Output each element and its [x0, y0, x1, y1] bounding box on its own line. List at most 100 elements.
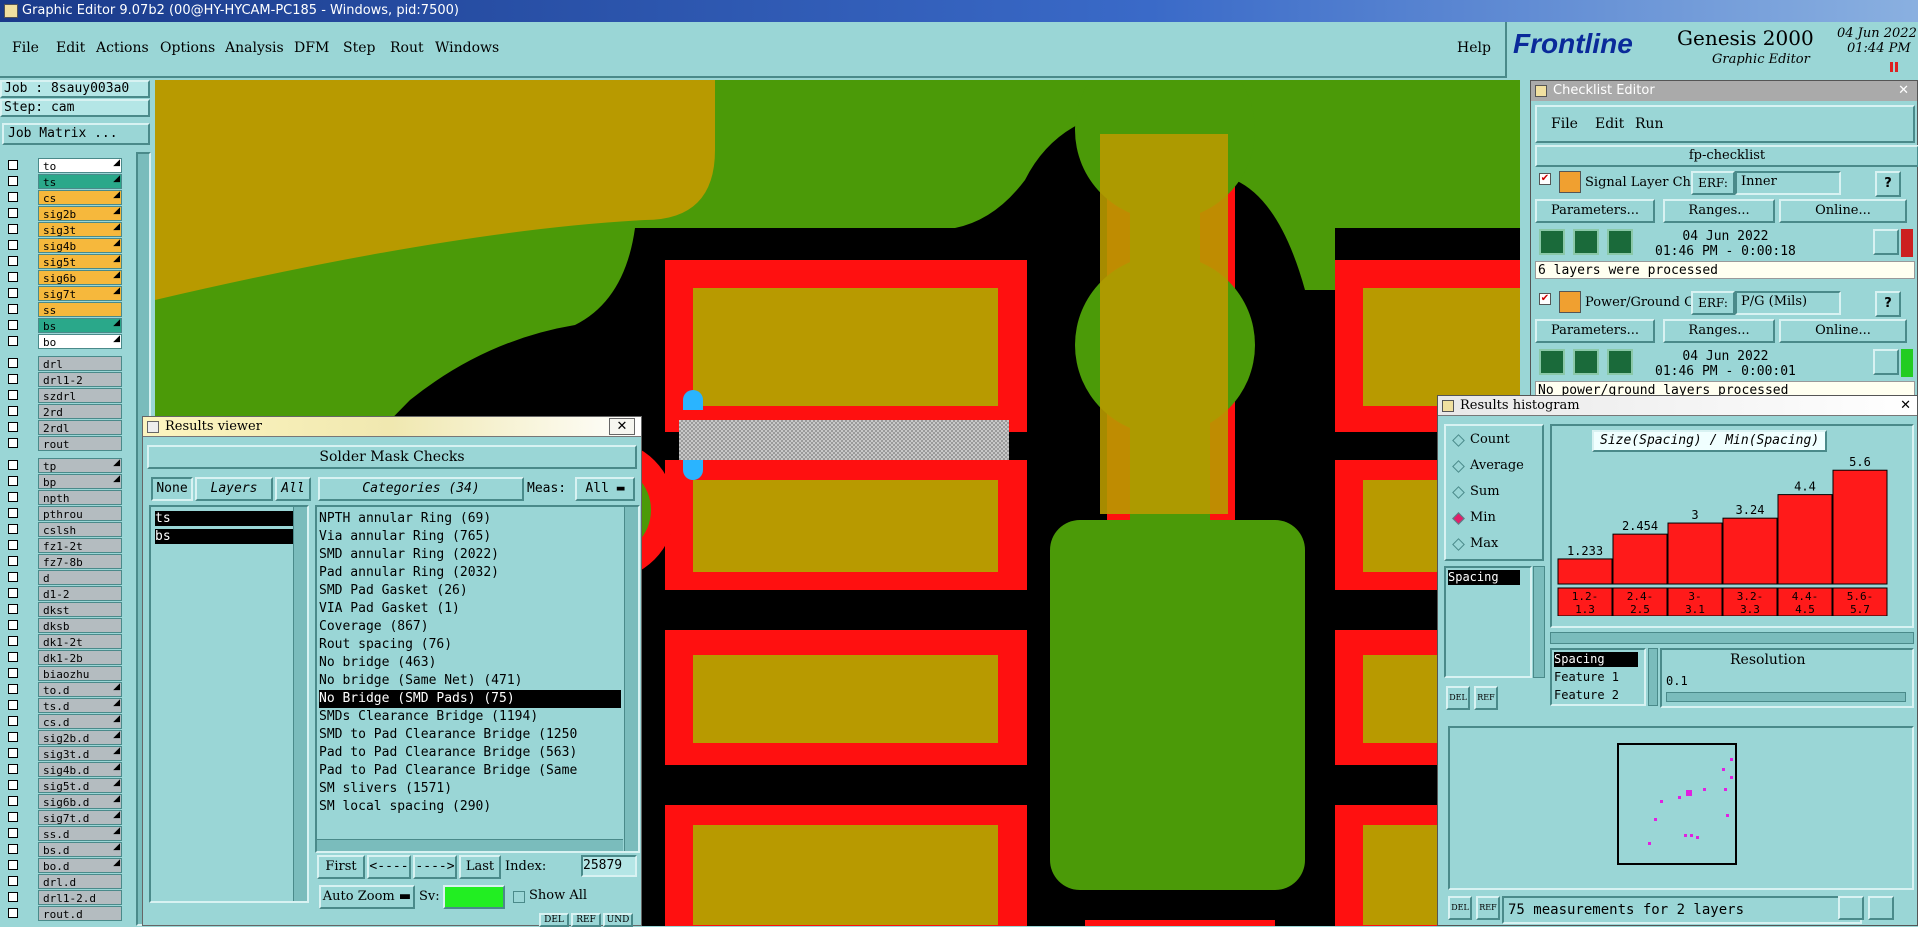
- layer-name[interactable]: sig6b: [38, 270, 122, 285]
- feature-item[interactable]: Feature 2: [1554, 688, 1619, 703]
- layer-checkbox[interactable]: [8, 272, 18, 282]
- layer-row[interactable]: szdrl: [4, 388, 122, 403]
- layer-name[interactable]: d1-2: [38, 586, 122, 601]
- layer-name[interactable]: fz7-8b: [38, 554, 122, 569]
- layer-name[interactable]: sig5t.d: [38, 778, 122, 793]
- layer-row[interactable]: sig3t.d ◢: [4, 746, 122, 761]
- layer-checkbox[interactable]: [8, 588, 18, 598]
- category-item[interactable]: SMD annular Ring (2022): [319, 546, 621, 564]
- feature-item[interactable]: Feature 1: [1554, 670, 1619, 685]
- layer-row[interactable]: dk1-2b: [4, 650, 122, 665]
- layer-checkbox[interactable]: [8, 796, 18, 806]
- checklist-menu-file[interactable]: File: [1551, 116, 1578, 132]
- layer-name[interactable]: 2rdl: [38, 420, 122, 435]
- layer-checkbox[interactable]: [8, 390, 18, 400]
- checklist-menu-edit[interactable]: Edit: [1595, 116, 1624, 132]
- categories-button[interactable]: Categories (34): [318, 477, 524, 501]
- layer-checkbox[interactable]: [8, 780, 18, 790]
- sv-color-select[interactable]: [443, 885, 505, 909]
- layer-checkbox[interactable]: [8, 764, 18, 774]
- layer-row[interactable]: 2rdl: [4, 420, 122, 435]
- layer-row[interactable]: fz7-8b: [4, 554, 122, 569]
- close-icon[interactable]: ✕: [609, 418, 635, 435]
- histogram-bar[interactable]: [1777, 494, 1833, 585]
- layer-row[interactable]: fz1-2t: [4, 538, 122, 553]
- layer-checkbox[interactable]: [8, 684, 18, 694]
- layer-name[interactable]: dk1-2b: [38, 650, 122, 665]
- layer-name[interactable]: sig5t: [38, 254, 122, 269]
- layer-name[interactable]: drl1-2.d: [38, 890, 122, 905]
- category-item[interactable]: Coverage (867): [319, 618, 621, 636]
- erf-value[interactable]: Inner: [1735, 171, 1841, 195]
- layer-name[interactable]: sig3t.d: [38, 746, 122, 761]
- menu-step[interactable]: Step: [343, 40, 375, 56]
- layer-row[interactable]: sig4b.d ◢: [4, 762, 122, 777]
- layer-checkbox[interactable]: [8, 406, 18, 416]
- parameters-button[interactable]: Parameters...: [1535, 319, 1655, 343]
- layer-checkbox[interactable]: [8, 748, 18, 758]
- layer-row[interactable]: ts.d ◢: [4, 698, 122, 713]
- layer-row[interactable]: to.d ◢: [4, 682, 122, 697]
- histogram-bar[interactable]: [1667, 522, 1723, 585]
- layer-checkbox[interactable]: [8, 320, 18, 330]
- all-layers-button[interactable]: All: [275, 477, 311, 501]
- none-button[interactable]: None: [151, 477, 193, 501]
- layer-checkbox[interactable]: [8, 208, 18, 218]
- category-item[interactable]: Pad annular Ring (2032): [319, 564, 621, 582]
- category-item[interactable]: SMD Pad Gasket (26): [319, 582, 621, 600]
- layer-name[interactable]: rout.d: [38, 906, 122, 921]
- category-item[interactable]: No Bridge (SMD Pads) (75): [319, 690, 621, 708]
- layer-checkbox[interactable]: [8, 700, 18, 710]
- layer-checkbox[interactable]: [8, 716, 18, 726]
- layer-checkbox[interactable]: [8, 524, 18, 534]
- layer-row[interactable]: dksb: [4, 618, 122, 633]
- category-scrollbar[interactable]: [624, 507, 638, 851]
- menu-help[interactable]: Help: [1457, 40, 1491, 56]
- layer-checkbox[interactable]: [8, 844, 18, 854]
- layer-name[interactable]: to: [38, 158, 122, 173]
- layer-row[interactable]: sig5t.d ◢: [4, 778, 122, 793]
- layer-row[interactable]: drl: [4, 356, 122, 371]
- layer-checkbox[interactable]: [8, 636, 18, 646]
- stat-mode-option[interactable]: Average: [1452, 456, 1542, 478]
- layer-row[interactable]: 2rd: [4, 404, 122, 419]
- layer-row[interactable]: d: [4, 570, 122, 585]
- layer-name[interactable]: 2rd: [38, 404, 122, 419]
- run-icon[interactable]: [1573, 229, 1599, 255]
- layer-row[interactable]: bp ◢: [4, 474, 122, 489]
- layer-row[interactable]: drl1-2: [4, 372, 122, 387]
- layer-row[interactable]: sig6b ◢: [4, 270, 122, 285]
- layer-name[interactable]: rout: [38, 436, 122, 451]
- preview-ref-button[interactable]: REF: [1476, 896, 1500, 920]
- layer-row[interactable]: dk1-2t: [4, 634, 122, 649]
- layer-name[interactable]: sig4b: [38, 238, 122, 253]
- histogram-bar[interactable]: [1722, 517, 1778, 585]
- histogram-bar[interactable]: [1612, 533, 1668, 585]
- ranges-button[interactable]: Ranges...: [1663, 319, 1775, 343]
- radio-icon[interactable]: [1452, 460, 1465, 473]
- index-input[interactable]: 25879: [581, 855, 637, 877]
- layer-name[interactable]: bo.d: [38, 858, 122, 873]
- category-item[interactable]: NPTH annular Ring (69): [319, 510, 621, 528]
- auto-zoom-select[interactable]: Auto Zoom ▬: [319, 885, 415, 909]
- layer-result-item[interactable]: ts: [155, 511, 295, 526]
- layer-row[interactable]: cs ◢: [4, 190, 122, 205]
- category-item[interactable]: No bridge (463): [319, 654, 621, 672]
- layer-name[interactable]: drl1-2: [38, 372, 122, 387]
- layer-row[interactable]: dkst: [4, 602, 122, 617]
- layer-name[interactable]: szdrl: [38, 388, 122, 403]
- hist-del-button[interactable]: DEL: [1446, 686, 1470, 710]
- resolution-slider[interactable]: [1666, 692, 1906, 702]
- layer-row[interactable]: drl.d: [4, 874, 122, 889]
- menu-windows[interactable]: Windows: [435, 40, 499, 56]
- layer-checkbox[interactable]: [8, 652, 18, 662]
- close-icon[interactable]: ✕: [1900, 396, 1911, 416]
- layer-row[interactable]: biaozhu: [4, 666, 122, 681]
- radio-icon[interactable]: [1452, 512, 1465, 525]
- zoom-icon[interactable]: [1838, 896, 1864, 920]
- layer-checkbox[interactable]: [8, 224, 18, 234]
- close-icon[interactable]: ✕: [1898, 81, 1909, 101]
- parameters-button[interactable]: Parameters...: [1535, 199, 1655, 223]
- check-enable-checkbox[interactable]: ✔: [1539, 173, 1551, 185]
- layer-checkbox[interactable]: [8, 160, 18, 170]
